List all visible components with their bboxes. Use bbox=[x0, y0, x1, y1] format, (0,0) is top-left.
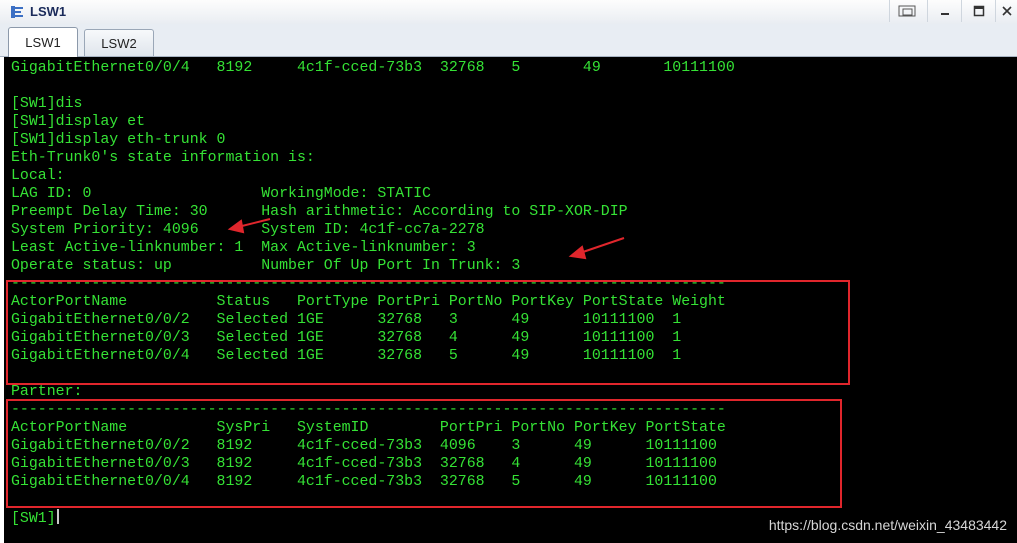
title-bar: LSW1 bbox=[0, 0, 1017, 25]
arrow-system-priority bbox=[227, 218, 271, 234]
tab-lsw2[interactable]: LSW2 bbox=[84, 29, 154, 56]
maximize-icon[interactable] bbox=[961, 0, 996, 22]
close-icon[interactable] bbox=[995, 0, 1017, 22]
watermark: https://blog.csdn.net/weixin_43483442 bbox=[768, 517, 1007, 533]
annotation-arrows bbox=[227, 218, 625, 260]
arrow-max-active-linknumber bbox=[568, 237, 625, 260]
minimize-icon[interactable] bbox=[927, 0, 962, 22]
tab-bar: LSW1 LSW2 bbox=[0, 24, 1017, 57]
terminal-console[interactable]: GigabitEthernet0/0/4 8192 4c1f-cced-73b3… bbox=[4, 57, 1017, 543]
network-switch-icon bbox=[11, 6, 23, 18]
window-title: LSW1 bbox=[30, 4, 67, 19]
restore-icon[interactable] bbox=[889, 0, 924, 22]
tab-lsw1[interactable]: LSW1 bbox=[8, 27, 78, 57]
tab-label: LSW1 bbox=[25, 35, 61, 50]
tab-label: LSW2 bbox=[101, 35, 137, 51]
